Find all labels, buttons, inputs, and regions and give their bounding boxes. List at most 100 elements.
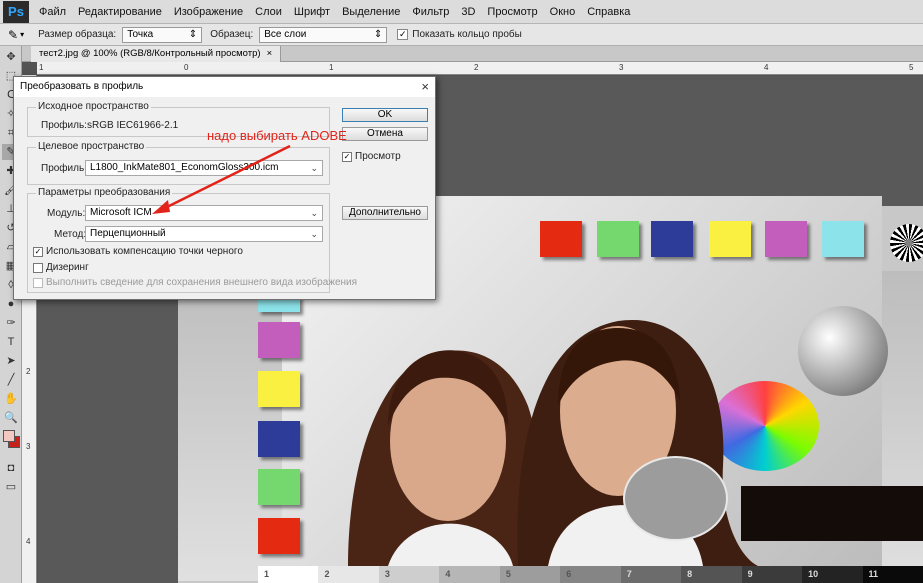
source-profile-value: sRGB IEC61966-2.1 xyxy=(87,120,179,131)
source-profile-label: Профиль: xyxy=(41,120,87,131)
color-swatches[interactable] xyxy=(2,430,20,456)
path-select-tool-icon[interactable]: ➤ xyxy=(2,353,20,369)
convert-to-profile-dialog: Преобразовать в профиль × Исходное прост… xyxy=(13,76,436,300)
samples-select[interactable]: Все слои ⇕ xyxy=(259,26,388,43)
menu-item[interactable]: Слои xyxy=(249,0,288,24)
samples-label: Образец: xyxy=(210,29,254,40)
preview-label: Просмотр xyxy=(355,151,401,162)
ruler-tick-label: 4 xyxy=(764,63,769,72)
document-tab[interactable]: тест2.jpg @ 100% (RGB/8/Контрольный прос… xyxy=(31,46,282,62)
chevron-down-icon: ⌄ xyxy=(310,229,318,239)
gray-scale-wedge: 1 2 3 4 5 6 7 8 9 10 11 xyxy=(258,566,923,583)
chevron-down-icon: ⌄ xyxy=(310,163,318,173)
bpc-label: Использовать компенсацию точки черного xyxy=(46,246,243,257)
chevron-updown-icon: ⇕ xyxy=(188,29,198,40)
ruler-horizontal: 1 0 1 2 3 4 5 xyxy=(37,62,923,75)
close-icon[interactable]: × xyxy=(267,46,273,62)
samples-value: Все слои xyxy=(264,29,307,40)
preview-checkbox[interactable]: ✓ xyxy=(342,152,352,162)
gray-step: 9 xyxy=(741,566,803,583)
menu-bar: Ps Файл Редактирование Изображение Слои Шриф… xyxy=(0,0,923,24)
dest-space-legend: Целевое пространство xyxy=(36,141,147,152)
menu-item[interactable]: Редактирование xyxy=(72,0,168,24)
menu-item[interactable]: Окно xyxy=(544,0,582,24)
color-patch-yellow xyxy=(258,371,300,407)
menu-item[interactable]: Справка xyxy=(581,0,636,24)
gray-step: 7 xyxy=(620,566,682,583)
sample-size-value: Точка xyxy=(127,29,154,40)
color-patch-magenta xyxy=(258,322,300,358)
menu-item[interactable]: Выделение xyxy=(336,0,406,24)
intent-label: Метод: xyxy=(54,229,87,240)
zoom-tool-icon[interactable]: 🔍 xyxy=(2,410,20,426)
gray-step: 5 xyxy=(499,566,561,583)
advanced-button[interactable]: Дополнительно xyxy=(342,206,428,220)
ruler-tick-label: 1 xyxy=(329,63,334,72)
document-tab-bar: тест2.jpg @ 100% (RGB/8/Контрольный прос… xyxy=(22,46,923,62)
dialog-title-bar: Преобразовать в профиль × xyxy=(14,77,435,97)
intent-dropdown[interactable]: Перцепционный ⌄ xyxy=(85,226,323,242)
color-patch-blue xyxy=(651,221,693,257)
dest-profile-dropdown[interactable]: L1800_InkMate801_EconomGloss300.icm ⌄ xyxy=(85,160,323,176)
menu-item[interactable]: Изображение xyxy=(168,0,249,24)
move-tool-icon[interactable]: ✥ xyxy=(2,49,20,65)
ok-button[interactable]: OK xyxy=(342,108,428,122)
dither-checkbox[interactable] xyxy=(33,263,43,273)
source-space-legend: Исходное пространство xyxy=(36,101,151,112)
ruler-tick-label: 4 xyxy=(26,537,31,546)
color-patch-cyan xyxy=(822,221,864,257)
menu-item[interactable]: Просмотр xyxy=(481,0,543,24)
photoshop-logo: Ps xyxy=(3,0,29,23)
conversion-options-legend: Параметры преобразования xyxy=(36,187,173,198)
ruler-tick-label: 2 xyxy=(474,63,479,72)
color-patch-green xyxy=(258,469,300,505)
chevron-updown-icon: ⇕ xyxy=(373,29,383,40)
show-ring-label: Показать кольцо пробы xyxy=(412,29,522,40)
tool-preset-chevron-icon[interactable]: ▾ xyxy=(20,30,24,39)
options-bar: ✎ ▾ Размер образца: Точка ⇕ Образец: Все… xyxy=(0,24,923,46)
sample-size-select[interactable]: Точка ⇕ xyxy=(122,26,203,43)
dialog-title: Преобразовать в профиль xyxy=(20,81,144,92)
color-patch-red xyxy=(258,518,300,554)
gray-step: 6 xyxy=(560,566,621,583)
engine-label: Модуль: xyxy=(47,208,86,219)
ruler-tick-label: 5 xyxy=(909,63,914,72)
pen-tool-icon[interactable]: ✑ xyxy=(2,315,20,331)
line-tool-icon[interactable]: ╱ xyxy=(2,372,20,388)
quick-mask-icon[interactable]: ◘ xyxy=(2,460,20,476)
color-patch-magenta xyxy=(765,221,807,257)
ruler-tick-label: 3 xyxy=(26,442,31,451)
eyedropper-tool-icon[interactable]: ✎ xyxy=(8,28,18,42)
sample-size-label: Размер образца: xyxy=(38,29,117,40)
ruler-tick-label: 1 xyxy=(39,63,44,72)
foreground-color[interactable] xyxy=(3,430,15,442)
ruler-tick-label: 3 xyxy=(619,63,624,72)
dither-label: Дизеринг xyxy=(46,262,89,273)
gray-step: 2 xyxy=(318,566,379,583)
gray-sphere xyxy=(798,306,888,396)
ruler-tick-label: 2 xyxy=(26,367,31,376)
gray-step: 3 xyxy=(378,566,440,583)
menu-item[interactable]: Шрифт xyxy=(288,0,336,24)
gray-step: 8 xyxy=(681,566,742,583)
dest-profile-value: L1800_InkMate801_EconomGloss300.icm xyxy=(90,162,279,173)
engine-value: Microsoft ICM xyxy=(90,207,152,218)
gray-step: 4 xyxy=(439,566,500,583)
engine-dropdown[interactable]: Microsoft ICM ⌄ xyxy=(85,205,323,221)
document-tab-title: тест2.jpg @ 100% (RGB/8/Контрольный прос… xyxy=(39,48,261,59)
menu-item[interactable]: 3D xyxy=(455,0,481,24)
show-ring-checkbox[interactable]: ✓ xyxy=(397,29,409,40)
annotation-text: надо выбирать ADOBE xyxy=(207,128,347,143)
ruler-tick-label: 0 xyxy=(184,63,189,72)
menu-item[interactable]: Фильтр xyxy=(406,0,455,24)
bpc-checkbox[interactable]: ✓ xyxy=(33,247,43,257)
color-patch-blue xyxy=(258,421,300,457)
screen-mode-icon[interactable]: ▭ xyxy=(2,479,20,495)
close-icon[interactable]: × xyxy=(421,77,429,97)
menu-item[interactable]: Файл xyxy=(33,0,72,24)
color-patch-yellow xyxy=(709,221,751,257)
type-tool-icon[interactable]: T xyxy=(2,334,20,350)
flatten-checkbox xyxy=(33,278,43,288)
cancel-button[interactable]: Отмена xyxy=(342,127,428,141)
hand-tool-icon[interactable]: ✋ xyxy=(2,391,20,407)
